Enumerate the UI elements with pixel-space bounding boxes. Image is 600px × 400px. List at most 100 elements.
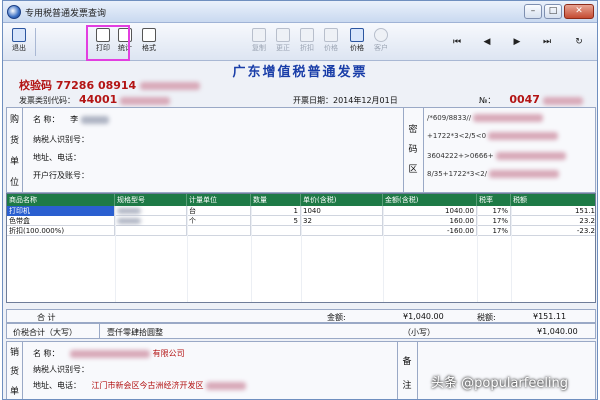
cipher-text: 8/35+1722*3<2/ [427, 170, 488, 178]
cell-unit[interactable] [187, 226, 251, 236]
exit-button[interactable]: 退出 [7, 26, 31, 58]
amend-button[interactable]: 更正 [271, 26, 295, 58]
items-grid[interactable]: 商品名称 规格型号 计量单位 数量 单价(含税) 金额(含税) 税率 税额 打印… [6, 193, 596, 303]
buyer-address-label: 地址、电话： [33, 153, 81, 162]
cell-name[interactable]: 打印机 [7, 206, 115, 216]
col-header-rate[interactable]: 税率 [477, 194, 511, 206]
buyer-section: 购 货 单 位 名 称： 李 纳税人识别号： 地址、电话： 开户行及账号： 密 … [6, 107, 596, 193]
cell-rate[interactable]: 17% [477, 216, 511, 226]
cell-price[interactable]: 1040 [301, 206, 383, 216]
cell-amount[interactable]: 160.00 [383, 216, 477, 226]
buyer-bank-label: 开户行及账号： [33, 171, 89, 180]
redacted-value [117, 208, 141, 214]
first-record-button[interactable]: ⏮ [447, 33, 467, 51]
side-char: 区 [408, 164, 418, 175]
cell-amount[interactable]: -160.00 [383, 226, 477, 236]
cell-spec[interactable] [115, 206, 187, 216]
invoice-date: 开票日期：2014年12月01日 [293, 95, 398, 106]
cell-qty[interactable] [251, 226, 301, 236]
side-char: 单 [9, 157, 19, 167]
cell-amount[interactable]: 1040.00 [383, 206, 477, 216]
divider [403, 108, 404, 192]
customer-button[interactable]: 客户 [369, 26, 393, 58]
copy-button[interactable]: 复制 [247, 26, 271, 58]
previous-record-button[interactable]: ◀ [477, 33, 497, 51]
seller-address-value: 江门市新会区今古洲经济开发区 [91, 381, 204, 390]
remark-side-label: 备 注 [399, 348, 415, 396]
window-title: 专用税普通发票查询 [25, 9, 107, 19]
divider [417, 342, 418, 399]
cipher-text: +1722*3<2/5<0 [427, 132, 487, 140]
next-record-button[interactable]: ▶ [507, 33, 527, 51]
refresh-button[interactable]: ↻ [569, 33, 589, 51]
col-header-qty[interactable]: 数量 [251, 194, 301, 206]
cell-tax[interactable]: -23.2 [511, 226, 597, 236]
number-label: №： [479, 96, 496, 105]
check-code-label: 校验码 [19, 79, 52, 92]
cell-tax[interactable]: 151.1 [511, 206, 597, 216]
redacted-value [140, 82, 201, 90]
cell-unit[interactable]: 个 [187, 216, 251, 226]
cell-name[interactable]: 折扣(100.000%) [7, 226, 115, 236]
format-button[interactable]: 格式 [137, 26, 161, 58]
price-icon [350, 28, 364, 42]
exit-icon [12, 28, 26, 42]
redacted-value [495, 152, 566, 160]
cell-unit[interactable]: 台 [187, 206, 251, 216]
cell-rate[interactable]: 17% [477, 206, 511, 216]
cell-qty[interactable]: 1 [251, 206, 301, 216]
cell-price[interactable] [301, 226, 383, 236]
invoice-kind-code: 发票类别代码： 44001 [19, 93, 170, 106]
kind-code-label: 发票类别代码： [19, 96, 75, 105]
price-toggle-button[interactable]: 价格 [345, 26, 369, 58]
side-char: 货 [9, 367, 19, 378]
cell-qty[interactable]: 5 [251, 216, 301, 226]
cell-tax[interactable]: 23.2 [511, 216, 597, 226]
title-bar[interactable]: 专用税普通发票查询 – □ ✕ [3, 1, 597, 23]
cell-name[interactable]: 色带盒 [7, 216, 115, 226]
side-char: 销 [9, 348, 19, 359]
side-char: 位 [9, 178, 19, 188]
grid-column-line [301, 206, 302, 302]
check-code: 校验码 77286 08914 [19, 77, 201, 93]
seller-taxid-field: 纳税人识别号： [33, 364, 89, 375]
col-header-spec[interactable]: 规格型号 [115, 194, 187, 206]
minimize-button[interactable]: – [524, 4, 542, 19]
seller-address-label: 地址、电话： [33, 381, 81, 390]
redacted-value [542, 96, 583, 105]
col-header-unit[interactable]: 计量单位 [187, 194, 251, 206]
cipher-line: 8/35+1722*3<2/ [427, 170, 560, 178]
maximize-button[interactable]: □ [544, 4, 562, 19]
grid-column-line [383, 206, 384, 302]
amend-icon [276, 28, 290, 42]
last-record-button[interactable]: ⏭ [537, 33, 557, 51]
cell-price[interactable]: 32 [301, 216, 383, 226]
redacted-value [206, 381, 247, 390]
print-highlight-box [86, 25, 130, 61]
col-header-price[interactable]: 单价(含税) [301, 194, 383, 206]
toolbar-separator [35, 28, 36, 56]
capital-value: 壹仟零肆拾圆整 [107, 328, 163, 337]
cipher-line: +1722*3<2/5<0 [427, 132, 559, 140]
discount-button[interactable]: 折扣 [295, 26, 319, 58]
small-label: （小写） [403, 328, 435, 337]
buyer-name-value: 李 [70, 115, 79, 124]
amount-label: 金额: [327, 313, 346, 322]
kind-code-value: 44001 [79, 93, 118, 106]
col-header-amount[interactable]: 金额(含税) [383, 194, 477, 206]
small-value: ¥1,040.00 [537, 327, 578, 336]
cipher-text: /*609/8833// [427, 114, 472, 122]
cell-spec[interactable] [115, 216, 187, 226]
grid-column-line [251, 206, 252, 302]
cell-spec[interactable] [115, 226, 187, 236]
sum-label: 合 计 [37, 313, 56, 322]
close-button[interactable]: ✕ [564, 4, 594, 19]
seller-section: 销 货 单 名 称： 有限公司 纳税人识别号： 地址、电话： 江门市新会区今古洲… [6, 341, 596, 399]
redacted-value [119, 96, 170, 105]
tax-total: ¥151.11 [533, 312, 567, 321]
col-header-name[interactable]: 商品名称 [7, 194, 115, 206]
redacted-value [117, 218, 141, 224]
col-header-tax[interactable]: 税额 [511, 194, 597, 206]
cell-rate[interactable]: 17% [477, 226, 511, 236]
tax-included-button[interactable]: 价格 [319, 26, 343, 58]
